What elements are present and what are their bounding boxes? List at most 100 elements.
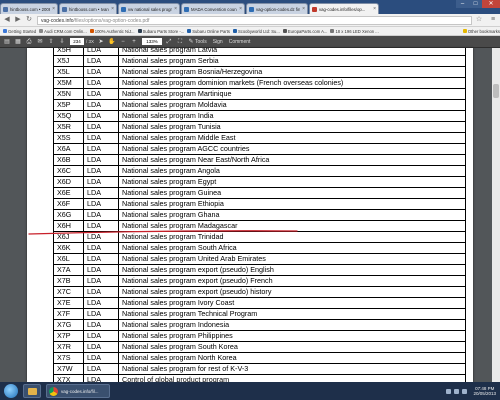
- tab-title: hintbooss.com • Ivan Co...: [69, 6, 109, 12]
- browser-tab-strip: hintbooss.com • 2008 V...×hintbooss.com …: [0, 0, 500, 14]
- prev-page-icon[interactable]: ⇧: [47, 38, 55, 46]
- description-cell: National sales program Egypt: [118, 176, 466, 188]
- bookmarks-bar: Getting Started Audi CRM.com Onlin... 100%…: [0, 27, 500, 36]
- table-row: X7C LDA National sales program export (pse…: [53, 286, 466, 298]
- option-code-cell: X6F: [53, 198, 84, 210]
- code-family-cell: LDA: [83, 264, 119, 276]
- tab-favicon-icon: [312, 6, 317, 12]
- zoom-in-icon[interactable]: +: [130, 38, 138, 46]
- explorer-taskbar-button[interactable]: [23, 384, 41, 398]
- hand-tool-icon[interactable]: ✋: [108, 38, 116, 46]
- description-cell: National sales program Philippines: [118, 330, 466, 342]
- flag-icon[interactable]: [446, 388, 452, 394]
- chrome-icon: [49, 386, 58, 396]
- chrome-taskbar-button[interactable]: vag-codes.info/fil...: [46, 384, 110, 398]
- tab-close-icon[interactable]: ×: [371, 6, 376, 12]
- option-code-cell: X7W: [53, 363, 84, 375]
- select-tool-icon[interactable]: ➤: [97, 38, 105, 46]
- reload-icon[interactable]: ↻: [25, 16, 33, 24]
- scrollbar-thumb[interactable]: [493, 84, 499, 98]
- option-code-cell: X7R: [53, 341, 84, 353]
- next-page-icon[interactable]: ⇩: [58, 38, 66, 46]
- comment-button[interactable]: Comment: [229, 39, 251, 45]
- table-row: X7E LDA National sales program Ivory Coast: [53, 297, 466, 309]
- bookmark-item[interactable]: 100% Authentic NiJ...: [89, 29, 135, 34]
- menu-icon[interactable]: ≡: [489, 16, 497, 24]
- bookmark-item[interactable]: Subaru Online Parts: [187, 29, 230, 34]
- option-codes-table: X5H LDA National sales program Latvia X5J LD…: [53, 48, 466, 382]
- tab-close-icon[interactable]: ×: [237, 6, 242, 12]
- browser-tab[interactable]: vag-option-codes.dz fina...×: [246, 3, 308, 14]
- code-family-cell: LDA: [83, 363, 119, 375]
- browser-tab[interactable]: hintbooss.com • Ivan Co...×: [59, 3, 117, 14]
- code-family-cell: LDA: [83, 165, 119, 177]
- bookmark-label: Audi CRM.com Onlin...: [44, 28, 87, 34]
- fullscreen-icon[interactable]: ⛶: [176, 38, 184, 46]
- close-window-icon[interactable]: ✕: [482, 0, 500, 8]
- bookmark-item[interactable]: Other bookmarks: [462, 29, 500, 34]
- bookmark-item[interactable]: EuropaParts.com A...: [282, 29, 327, 34]
- description-cell: National sales program dominion markets …: [118, 77, 466, 89]
- bookmark-item[interactable]: Scoobyworld Ltd: Su...: [232, 29, 280, 34]
- description-cell: National sales program Guinea: [118, 187, 466, 199]
- tab-close-icon[interactable]: ×: [109, 6, 114, 12]
- tab-list: hintbooss.com • 2008 V...×hintbooss.com …: [0, 0, 380, 14]
- taskbar: vag-codes.info/fil... 07:48 PM 20/05/201…: [0, 382, 500, 400]
- pdf-page: X5H LDA National sales program Latvia X5J LD…: [27, 48, 473, 382]
- star-icon[interactable]: ☆: [475, 16, 483, 24]
- save-icon[interactable]: ▦: [14, 38, 22, 46]
- description-cell: National sales program Technical Program: [118, 308, 466, 320]
- bookmark-item[interactable]: 18 x 196 LED Xenon ...: [330, 29, 379, 34]
- description-cell: National sales program Middle East: [118, 132, 466, 144]
- vertical-scrollbar[interactable]: [492, 48, 500, 382]
- pdf-viewport[interactable]: X5H LDA National sales program Latvia X5J LD…: [0, 48, 500, 382]
- browser-tab[interactable]: hintbooss.com • 2008 V...×: [0, 3, 58, 14]
- sign-button[interactable]: Sign: [213, 39, 223, 45]
- email-icon[interactable]: ✉: [36, 38, 44, 46]
- table-row: X5Q LDA National sales program India: [53, 110, 466, 122]
- comment-icon[interactable]: ✎: [187, 38, 195, 46]
- tab-close-icon[interactable]: ×: [300, 6, 305, 12]
- bookmark-item[interactable]: Subaru Parts Store -...: [137, 29, 184, 34]
- table-row: X7G LDA National sales program Indonesia: [53, 319, 466, 331]
- url-path: /files/options/vag-option-codes.pdf: [73, 17, 150, 24]
- network-icon[interactable]: [454, 388, 460, 394]
- tab-close-icon[interactable]: ×: [50, 6, 55, 12]
- description-cell: National sales program for rest of K-V-3: [118, 363, 466, 375]
- zoom-out-icon[interactable]: −: [119, 38, 127, 46]
- code-family-cell: LDA: [83, 132, 119, 144]
- option-code-cell: X7C: [53, 286, 84, 298]
- option-code-cell: X5H: [53, 48, 84, 56]
- maximize-icon[interactable]: □: [469, 0, 482, 8]
- forward-icon[interactable]: ▶: [14, 16, 22, 24]
- clock[interactable]: 07:48 PM 20/05/2013: [473, 386, 496, 396]
- minimize-icon[interactable]: –: [456, 0, 469, 8]
- tab-close-icon[interactable]: ×: [172, 6, 177, 12]
- description-cell: National sales program export (pseudo) h…: [118, 286, 466, 298]
- start-button[interactable]: [4, 384, 18, 398]
- table-row: X7R LDA National sales program South Korea: [53, 341, 466, 353]
- back-icon[interactable]: ◀: [3, 16, 11, 24]
- table-row: X6K LDA National sales program South Afric…: [53, 242, 466, 254]
- browser-tab[interactable]: MADA Convention coun... ×: [181, 3, 245, 14]
- bookmark-item[interactable]: Getting Started: [3, 29, 36, 34]
- tools-button[interactable]: Tools: [195, 39, 207, 45]
- browser-tab[interactable]: vag-codes.info/files/op... ×: [309, 3, 379, 14]
- page-number-input[interactable]: 234: [70, 38, 84, 45]
- table-row: X6A LDA National sales program AGCC countr…: [53, 143, 466, 155]
- bookmark-item[interactable]: Audi CRM.com Onlin...: [39, 29, 87, 34]
- url-input[interactable]: vag-codes.info/files/options/vag-option-…: [37, 15, 472, 25]
- fit-page-icon[interactable]: ⤢: [165, 38, 173, 46]
- tab-title: vw national sales progr...: [128, 6, 173, 12]
- volume-icon[interactable]: [462, 388, 468, 394]
- browser-tab[interactable]: vw national sales progr... ×: [118, 3, 180, 14]
- tab-title: vag-option-codes.dz fina...: [256, 6, 301, 12]
- option-code-cell: X5P: [53, 99, 84, 111]
- open-file-icon[interactable]: ▤: [3, 38, 11, 46]
- description-cell: Control of global product program: [118, 374, 466, 382]
- description-cell: National sales program Tunisia: [118, 121, 466, 133]
- table-row: X6H LDA National sales program Madagascar: [53, 220, 466, 232]
- zoom-select[interactable]: 133%: [142, 38, 163, 45]
- print-icon[interactable]: ⎙: [25, 38, 33, 46]
- description-cell: National sales program Ghana: [118, 209, 466, 221]
